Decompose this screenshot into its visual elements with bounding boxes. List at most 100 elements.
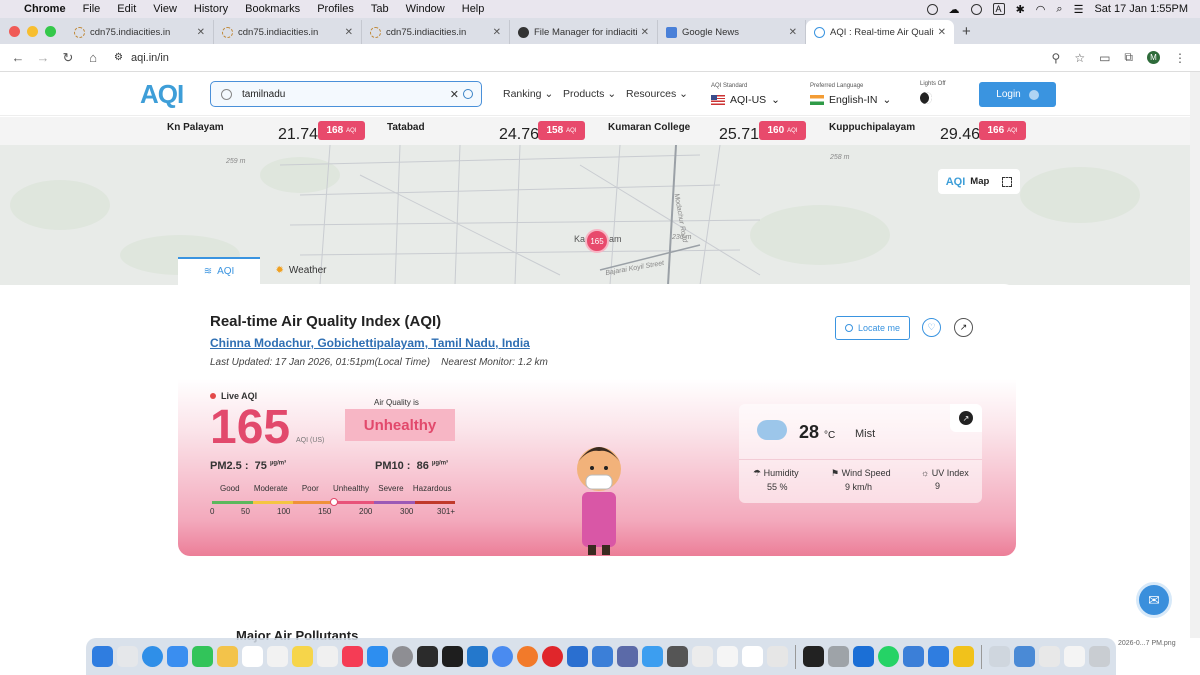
bluetooth-icon[interactable]: ✱ bbox=[1016, 3, 1025, 16]
menu-tab[interactable]: Tab bbox=[371, 3, 389, 15]
location-link[interactable]: Chinna Modachur, Gobichettipalayam, Tami… bbox=[210, 336, 530, 350]
aqi-standard-select[interactable]: AQI-US ⌄ bbox=[711, 94, 780, 106]
nav-resources[interactable]: Resources ⌄ bbox=[626, 88, 688, 100]
music-icon[interactable] bbox=[342, 646, 363, 667]
map-button[interactable]: AQI Map bbox=[938, 169, 1020, 194]
menu-file[interactable]: File bbox=[83, 3, 101, 15]
home-icon[interactable]: ⌂ bbox=[86, 50, 100, 65]
close-tab-icon[interactable]: ✕ bbox=[345, 27, 353, 38]
menu-view[interactable]: View bbox=[153, 3, 177, 15]
app-icon[interactable] bbox=[717, 646, 738, 667]
language-select[interactable]: English-IN ⌄ bbox=[810, 94, 891, 106]
nearby-station[interactable]: Tatabad bbox=[387, 122, 425, 133]
app-icon[interactable] bbox=[828, 646, 849, 667]
close-window-button[interactable] bbox=[9, 26, 20, 37]
close-tab-icon[interactable]: ✕ bbox=[493, 27, 501, 38]
chat-mail-button[interactable]: ✉ bbox=[1136, 582, 1172, 618]
cloud-icon[interactable]: ☁ bbox=[949, 3, 960, 16]
app-icon[interactable] bbox=[617, 646, 638, 667]
browser-tab[interactable]: cdn75.indiacities.in ✕ bbox=[362, 20, 510, 44]
cast-icon[interactable]: ▭ bbox=[1099, 51, 1110, 65]
freeform-icon[interactable] bbox=[317, 646, 338, 667]
mail-icon[interactable] bbox=[167, 646, 188, 667]
settings-icon[interactable] bbox=[392, 646, 413, 667]
folder-icon[interactable] bbox=[1014, 646, 1035, 667]
tab-aqi[interactable]: ≋ AQI bbox=[178, 257, 260, 284]
location-pin-icon[interactable]: ⚲ bbox=[1052, 51, 1061, 65]
input-source-icon[interactable]: A bbox=[992, 3, 1005, 15]
app-icon[interactable] bbox=[928, 646, 949, 667]
browser-tab-active[interactable]: AQI : Real-time Air Quality Ind✕ bbox=[806, 20, 954, 44]
app-icon[interactable] bbox=[903, 646, 924, 667]
menu-edit[interactable]: Edit bbox=[117, 3, 136, 15]
zoom-window-button[interactable] bbox=[45, 26, 56, 37]
whatsapp-icon[interactable] bbox=[878, 646, 899, 667]
maps-icon[interactable] bbox=[192, 646, 213, 667]
menu-window[interactable]: Window bbox=[406, 3, 445, 15]
browser-tab[interactable]: cdn75.indiacities.in ✕ bbox=[66, 20, 214, 44]
fullscreen-icon[interactable] bbox=[1002, 176, 1013, 187]
url-field[interactable]: ⚙ aqi.in/in bbox=[114, 52, 169, 64]
status-icon[interactable] bbox=[926, 3, 938, 15]
terminal-icon[interactable] bbox=[442, 646, 463, 667]
forward-icon[interactable]: → bbox=[36, 50, 50, 65]
close-tab-icon[interactable]: ✕ bbox=[938, 27, 946, 38]
aqi-badge[interactable]: 168 AQI bbox=[318, 121, 365, 140]
nav-products[interactable]: Products ⌄ bbox=[563, 88, 616, 100]
screenshot-thumbnail[interactable]: 2026-0...7 PM.png bbox=[1118, 640, 1176, 647]
tab-weather[interactable]: ✹ Weather bbox=[260, 257, 342, 284]
share-icon[interactable]: ↗ bbox=[954, 318, 973, 337]
document-icon[interactable] bbox=[1064, 646, 1085, 667]
profile-avatar[interactable]: M bbox=[1147, 51, 1160, 64]
safari-icon[interactable] bbox=[142, 646, 163, 667]
aqi-logo[interactable]: AQI bbox=[140, 79, 184, 110]
clock[interactable]: Sat 17 Jan 1:55PM bbox=[1094, 3, 1188, 15]
aqi-badge[interactable]: 166 AQI bbox=[979, 121, 1026, 140]
nearby-station[interactable]: Kumaran College bbox=[608, 122, 690, 133]
nearby-station[interactable]: Kn Palayam bbox=[167, 122, 224, 133]
menu-chrome[interactable]: Chrome bbox=[24, 3, 66, 15]
activity-monitor-icon[interactable] bbox=[417, 646, 438, 667]
aqi-badge[interactable]: 158 AQI bbox=[538, 121, 585, 140]
app-icon[interactable] bbox=[592, 646, 613, 667]
new-tab-icon[interactable]: + bbox=[962, 23, 971, 40]
search-icon[interactable]: ⌕ bbox=[1056, 3, 1062, 16]
extensions-icon[interactable]: ⧉ bbox=[1124, 50, 1133, 65]
notes-icon[interactable] bbox=[292, 646, 313, 667]
close-tab-icon[interactable]: ✕ bbox=[197, 27, 205, 38]
login-button[interactable]: Login bbox=[979, 82, 1056, 107]
menu-dots-icon[interactable]: ⋮ bbox=[1174, 51, 1186, 65]
downloads-icon[interactable] bbox=[989, 646, 1010, 667]
menu-bookmarks[interactable]: Bookmarks bbox=[245, 3, 300, 15]
close-tab-icon[interactable]: ✕ bbox=[641, 27, 649, 38]
bookmark-star-icon[interactable]: ☆ bbox=[1074, 51, 1085, 65]
calculator-icon[interactable] bbox=[692, 646, 713, 667]
firefox-icon[interactable] bbox=[517, 646, 538, 667]
app-icon[interactable] bbox=[803, 646, 824, 667]
close-tab-icon[interactable]: ✕ bbox=[789, 27, 797, 38]
aqi-badge[interactable]: 160 AQI bbox=[759, 121, 806, 140]
launchpad-icon[interactable] bbox=[117, 646, 138, 667]
menu-profiles[interactable]: Profiles bbox=[317, 3, 354, 15]
control-center-icon[interactable]: ☰ bbox=[1074, 3, 1084, 16]
back-icon[interactable]: ← bbox=[11, 50, 25, 65]
prime-video-icon[interactable] bbox=[853, 646, 874, 667]
moon-toggle-icon[interactable] bbox=[920, 92, 932, 104]
browser-tab[interactable]: File Manager for indiacities.in✕ bbox=[510, 20, 658, 44]
browser-tab[interactable]: Google News ✕ bbox=[658, 20, 806, 44]
browser-tab[interactable]: cdn75.indiacities.in ✕ bbox=[214, 20, 362, 44]
weather-open-button[interactable]: ↗ bbox=[950, 404, 982, 432]
calendar-icon[interactable] bbox=[242, 646, 263, 667]
menu-help[interactable]: Help bbox=[462, 3, 485, 15]
vscode-icon[interactable] bbox=[467, 646, 488, 667]
gps-locate-icon[interactable] bbox=[463, 89, 473, 99]
nearby-station[interactable]: Kuppuchipalayam bbox=[829, 122, 915, 133]
scrollbar[interactable] bbox=[1190, 72, 1200, 638]
chrome-icon[interactable] bbox=[492, 646, 513, 667]
url-text[interactable]: aqi.in/in bbox=[131, 52, 169, 64]
photos-icon[interactable] bbox=[217, 646, 238, 667]
pdf-icon[interactable] bbox=[1039, 646, 1060, 667]
app-icon[interactable] bbox=[953, 646, 974, 667]
reload-icon[interactable]: ↻ bbox=[61, 50, 75, 66]
location-search[interactable]: ✕ bbox=[210, 81, 482, 107]
